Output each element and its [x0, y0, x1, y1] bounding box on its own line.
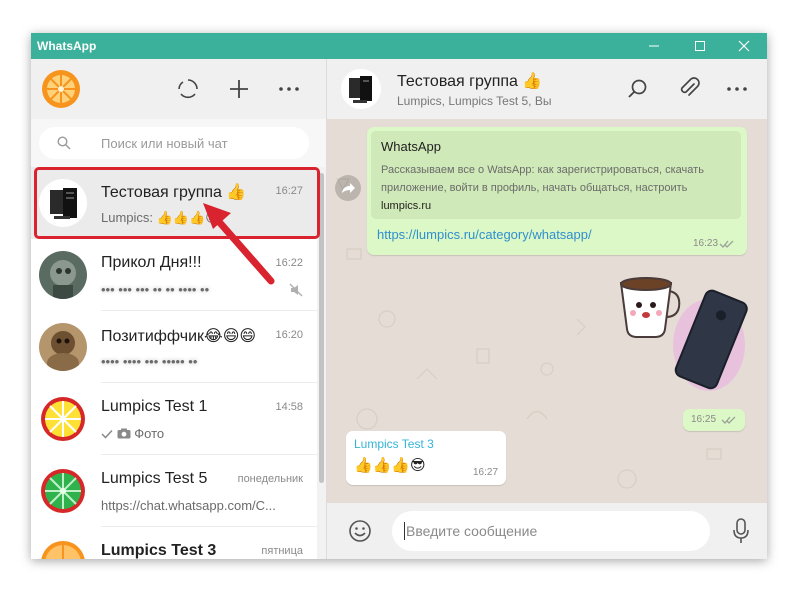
- whatsapp-window: WhatsApp Поиск или новый чат Тестовая гр…: [31, 33, 767, 559]
- annotation-arrow: [203, 203, 275, 285]
